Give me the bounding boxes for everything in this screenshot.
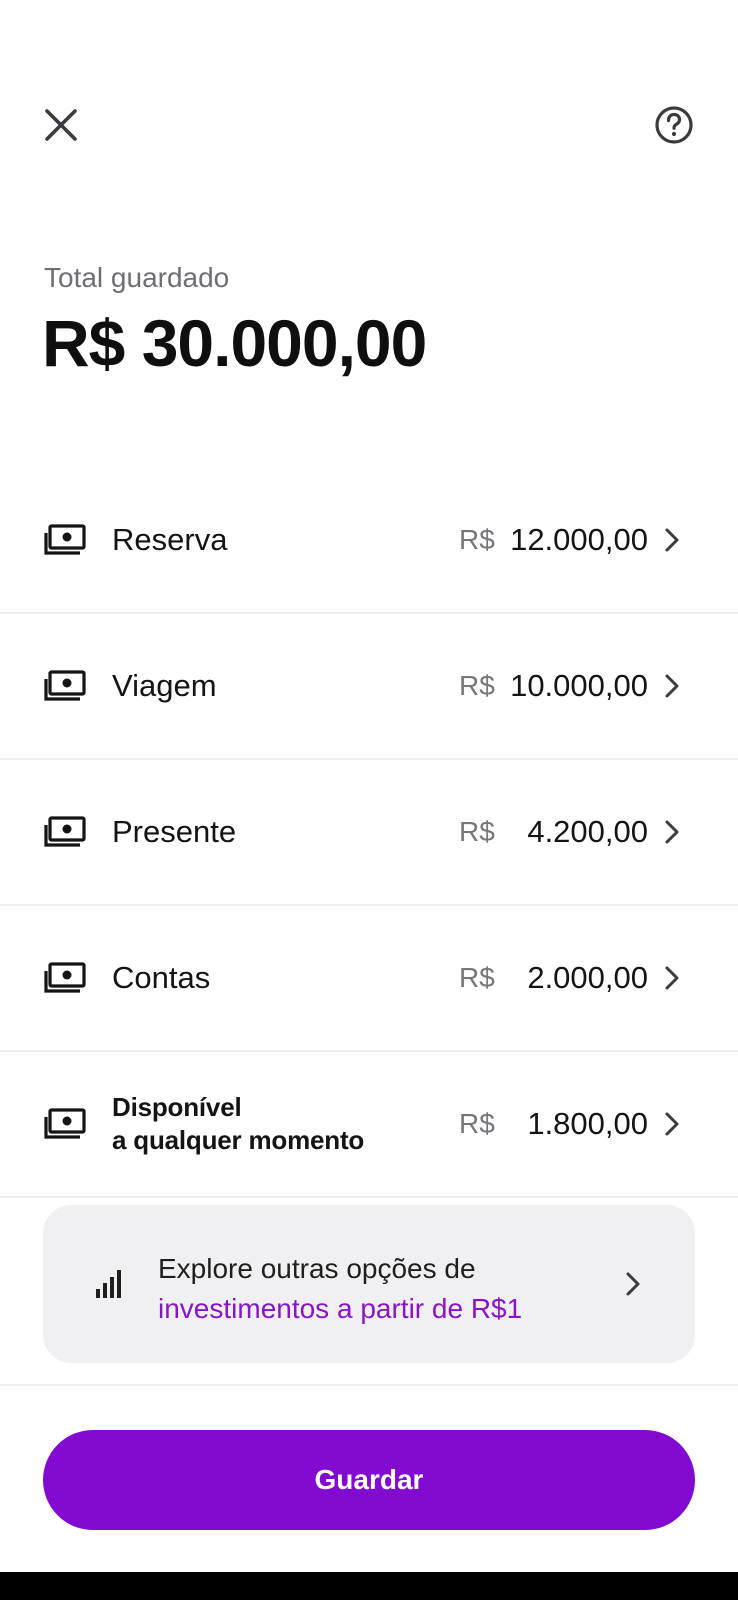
save-button[interactable]: Guardar (43, 1430, 695, 1530)
box-amount: 1.800,00 (527, 1106, 648, 1141)
divider (0, 1384, 738, 1386)
chevron-right-icon (665, 674, 679, 698)
box-row-reserva[interactable]: Reserva R$ 12.000,00 (0, 468, 738, 614)
box-currency: R$ (459, 962, 495, 993)
help-button[interactable] (652, 103, 696, 147)
box-currency: R$ (459, 1108, 495, 1139)
chevron-right-icon (626, 1272, 640, 1296)
box-name: Presente (112, 814, 237, 849)
system-nav-bar (0, 1572, 738, 1600)
box-amount: 4.200,00 (527, 814, 648, 849)
help-circle-icon (655, 106, 693, 144)
total-saved-value: R$ 30.000,00 (42, 306, 427, 380)
box-name-line2: a qualquer momento (112, 1125, 365, 1155)
box-currency: R$ (459, 524, 495, 555)
explore-investments-card[interactable]: Explore outras opções de investimentos a… (43, 1205, 695, 1363)
box-name: Reserva (112, 522, 228, 557)
box-currency: R$ (459, 670, 495, 701)
money-box-icon (44, 816, 86, 847)
chevron-right-icon (665, 1112, 679, 1136)
box-currency: R$ (459, 816, 495, 847)
box-name-line1: Disponível (112, 1092, 242, 1122)
box-amount: 10.000,00 (510, 668, 648, 703)
explore-link-text[interactable]: investimentos a partir de R$1 (158, 1293, 522, 1325)
chevron-right-icon (665, 966, 679, 990)
box-row-contas[interactable]: Contas R$ 2.000,00 (0, 906, 738, 1052)
explore-text-line1: Explore outras opções de (158, 1253, 476, 1284)
box-row-viagem[interactable]: Viagem R$ 10.000,00 (0, 614, 738, 760)
box-name: Contas (112, 960, 211, 995)
box-amount: 12.000,00 (510, 522, 648, 557)
close-button[interactable] (38, 102, 84, 148)
box-row-presente[interactable]: Presente R$ 4.200,00 (0, 760, 738, 906)
money-box-icon (44, 1108, 86, 1139)
box-name: Disponível a qualquer momento (112, 1091, 364, 1157)
money-box-icon (44, 962, 86, 993)
box-row-disponivel[interactable]: Disponível a qualquer momento R$ 1.800,0… (0, 1052, 738, 1198)
box-name: Viagem (112, 668, 217, 703)
chevron-right-icon (665, 528, 679, 552)
box-amount: 2.000,00 (527, 960, 648, 995)
total-saved-label: Total guardado (44, 262, 230, 293)
money-box-icon (44, 670, 86, 701)
money-boxes-list: Reserva R$ 12.000,00 Viagem R$ 10.000,00… (0, 468, 738, 1198)
signal-bars-icon (96, 1270, 121, 1298)
money-box-icon (44, 524, 86, 555)
close-icon (45, 109, 77, 141)
chevron-right-icon (665, 820, 679, 844)
top-bar (0, 0, 738, 250)
